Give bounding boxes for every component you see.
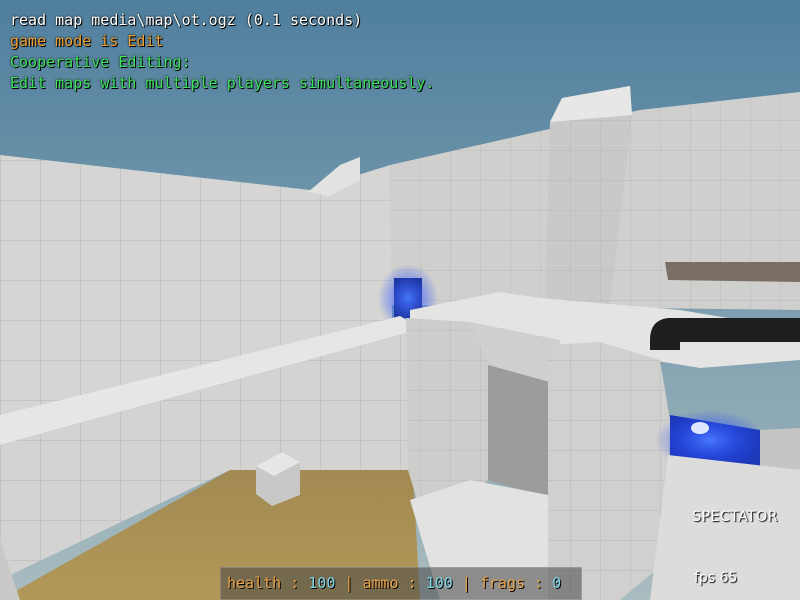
fps-counter: fps 65 — [694, 570, 737, 586]
spectator-status: SPECTATOR — [692, 509, 778, 525]
game-viewport[interactable]: read map media\map\ot.ogz (0.1 seconds) … — [0, 0, 800, 600]
console-line: read map media\map\ot.ogz (0.1 seconds) — [10, 11, 363, 29]
fps-value: 65 — [719, 570, 738, 586]
ammo-value: 100 — [425, 574, 453, 592]
fps-label: fps — [694, 570, 716, 586]
colon: : — [290, 574, 300, 592]
colon: : — [534, 574, 544, 592]
health-value: 100 — [308, 574, 336, 592]
frags-label: frags — [479, 574, 526, 592]
console-line: game mode is Edit — [10, 32, 164, 50]
separator: | — [461, 574, 471, 592]
ammo-label: ammo — [362, 574, 399, 592]
separator: | — [344, 574, 354, 592]
colon: : — [407, 574, 417, 592]
wooden-beam — [665, 262, 800, 282]
console-line: Cooperative Editing: — [10, 53, 191, 71]
console-log: read map media\map\ot.ogz (0.1 seconds) … — [10, 10, 434, 94]
frags-value: 0 — [552, 574, 562, 592]
health-label: health — [227, 574, 282, 592]
console-line: Edit maps with multiple players simultan… — [10, 74, 435, 92]
player-stats-bar: health : 100 | ammo : 100 | frags : 0 — [220, 567, 582, 600]
